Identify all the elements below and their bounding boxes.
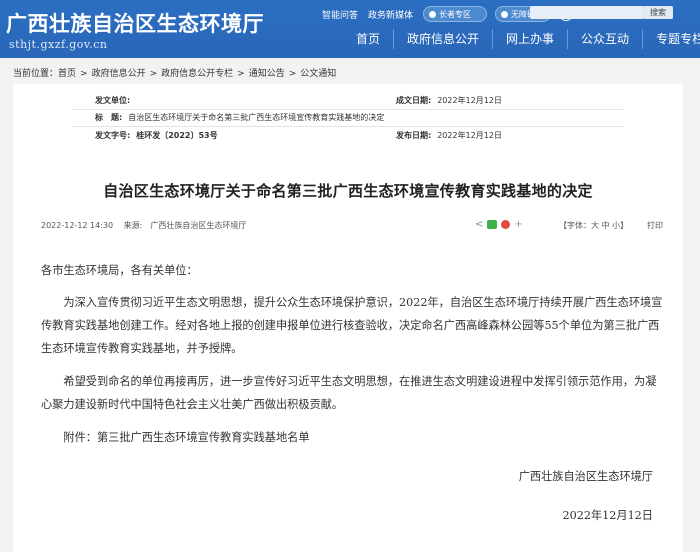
meta-title: 标 题: 自治区生态环境厅关于命名第三批广西生态环境宣传教育实践基地的决定 xyxy=(95,112,384,123)
search-button[interactable]: 搜索 xyxy=(643,6,673,19)
article-sign-date: 2022年12月12日 xyxy=(562,509,653,522)
article-title: 自治区生态环境厅关于命名第三批广西生态环境宣传教育实践基地的决定 xyxy=(103,182,593,200)
meta-pubdate: 发布日期: 2022年12月12日 xyxy=(396,130,502,141)
breadcrumb-item[interactable]: 首页 xyxy=(58,69,76,79)
breadcrumb-item[interactable]: 政府信息公开 xyxy=(92,69,146,79)
meta-title-label: 标 题: xyxy=(95,113,123,122)
nav-topics[interactable]: 专题专栏 xyxy=(642,29,700,49)
article-signature: 广西壮族自治区生态环境厅 xyxy=(518,470,653,483)
article-body: 各市生态环境局，各有关单位： 为深入宣传贯彻习近平生态文明思想，提升公众生态环境… xyxy=(41,259,663,538)
nav-interaction[interactable]: 公众互动 xyxy=(567,29,642,49)
article-salutation: 各市生态环境局，各有关单位： xyxy=(41,264,198,277)
new-media-link[interactable]: 政务新媒体 xyxy=(368,8,413,21)
meta-docno-label: 发文字号: xyxy=(95,131,131,140)
article-datetime: 2022-12-12 14:30 xyxy=(41,221,114,230)
meta-date-value: 2022年12月12日 xyxy=(437,96,502,105)
site-title[interactable]: 广西壮族自治区生态环境厅 xyxy=(6,8,264,38)
article-paragraph: 为深入宣传贯彻习近平生态文明思想，提升公众生态环境保护意识，2022年，自治区生… xyxy=(41,296,663,355)
font-size-switch[interactable]: 【字体：大 中 小】 xyxy=(559,220,628,231)
article-info-bar: 2022-12-12 14:30 来源: 广西壮族自治区生态环境厅 < + 【字体… xyxy=(41,217,663,235)
search-input[interactable] xyxy=(530,6,644,19)
elder-mode-button[interactable]: 长者专区 xyxy=(423,6,488,22)
breadcrumb-separator: > xyxy=(237,69,245,79)
elder-icon xyxy=(429,10,437,18)
breadcrumb: 当前位置：首页 > 政府信息公开 > 政府信息公开专栏 > 通知公告 > 公文通知 xyxy=(13,66,336,79)
wechat-icon[interactable] xyxy=(487,220,498,229)
smart-qa-link[interactable]: 智能问答 xyxy=(322,8,358,21)
meta-issuer: 发文单位: xyxy=(95,95,136,106)
nav-gov-info[interactable]: 政府信息公开 xyxy=(393,29,492,49)
nav-home[interactable]: 首页 xyxy=(343,29,393,49)
article-info: 2022-12-12 14:30 来源: 广西壮族自治区生态环境厅 xyxy=(41,220,254,231)
breadcrumb-item[interactable]: 公文通知 xyxy=(300,69,336,79)
meta-pubdate-label: 发布日期: xyxy=(396,131,432,140)
breadcrumb-separator: > xyxy=(80,69,88,79)
document-metadata: 发文单位: 成文日期: 2022年12月12日 标 题: 自治区生态环境厅关于命名第… xyxy=(13,84,683,142)
print-button[interactable]: 打印 xyxy=(647,220,663,231)
main-nav: 首页 政府信息公开 网上办事 公众互动 专题专栏 xyxy=(343,29,700,49)
elder-label: 长者专区 xyxy=(439,9,472,19)
meta-title-value: 自治区生态环境厅关于命名第三批广西生态环境宣传教育实践基地的决定 xyxy=(128,113,385,122)
article-attachment[interactable]: 附件：第三批广西生态环境宣传教育实践基地名单 xyxy=(41,426,663,449)
breadcrumb-item[interactable]: 通知公告 xyxy=(249,69,285,79)
site-url: sthjt.gxzf.gov.cn xyxy=(9,38,108,51)
nav-online-service[interactable]: 网上办事 xyxy=(492,29,567,49)
meta-date-label: 成文日期: xyxy=(396,96,432,105)
accessibility-icon xyxy=(501,10,509,18)
meta-pubdate-value: 2022年12月12日 xyxy=(437,131,502,140)
meta-divider xyxy=(73,126,623,127)
article-source-label: 来源: xyxy=(123,221,143,230)
article-source: 广西壮族自治区生态环境厅 xyxy=(150,221,247,230)
meta-docno-value: 桂环发〔2022〕53号 xyxy=(136,131,218,140)
meta-issuer-label: 发文单位: xyxy=(95,96,131,105)
share-icon[interactable]: < xyxy=(475,219,483,230)
meta-divider xyxy=(73,109,623,110)
weibo-icon[interactable] xyxy=(501,220,511,229)
meta-date: 成文日期: 2022年12月12日 xyxy=(396,95,502,106)
meta-docno: 发文字号: 桂环发〔2022〕53号 xyxy=(95,130,224,141)
site-header: 广西壮族自治区生态环境厅 sthjt.gxzf.gov.cn 智能问答 政务新媒… xyxy=(0,0,700,58)
article-paragraph: 希望受到命名的单位再接再厉，进一步宣传好习近平生态文明思想，在推进生态文明建设进… xyxy=(41,375,657,411)
share-bar: < + xyxy=(475,219,527,230)
more-share-icon[interactable]: + xyxy=(514,219,522,230)
breadcrumb-label: 当前位置： xyxy=(13,69,59,79)
breadcrumb-separator: > xyxy=(149,69,158,79)
breadcrumb-item[interactable]: 政府信息公开专栏 xyxy=(161,69,233,79)
breadcrumb-separator: > xyxy=(288,69,297,79)
content-panel: 发文单位: 成文日期: 2022年12月12日 标 题: 自治区生态环境厅关于命名第… xyxy=(13,84,683,552)
